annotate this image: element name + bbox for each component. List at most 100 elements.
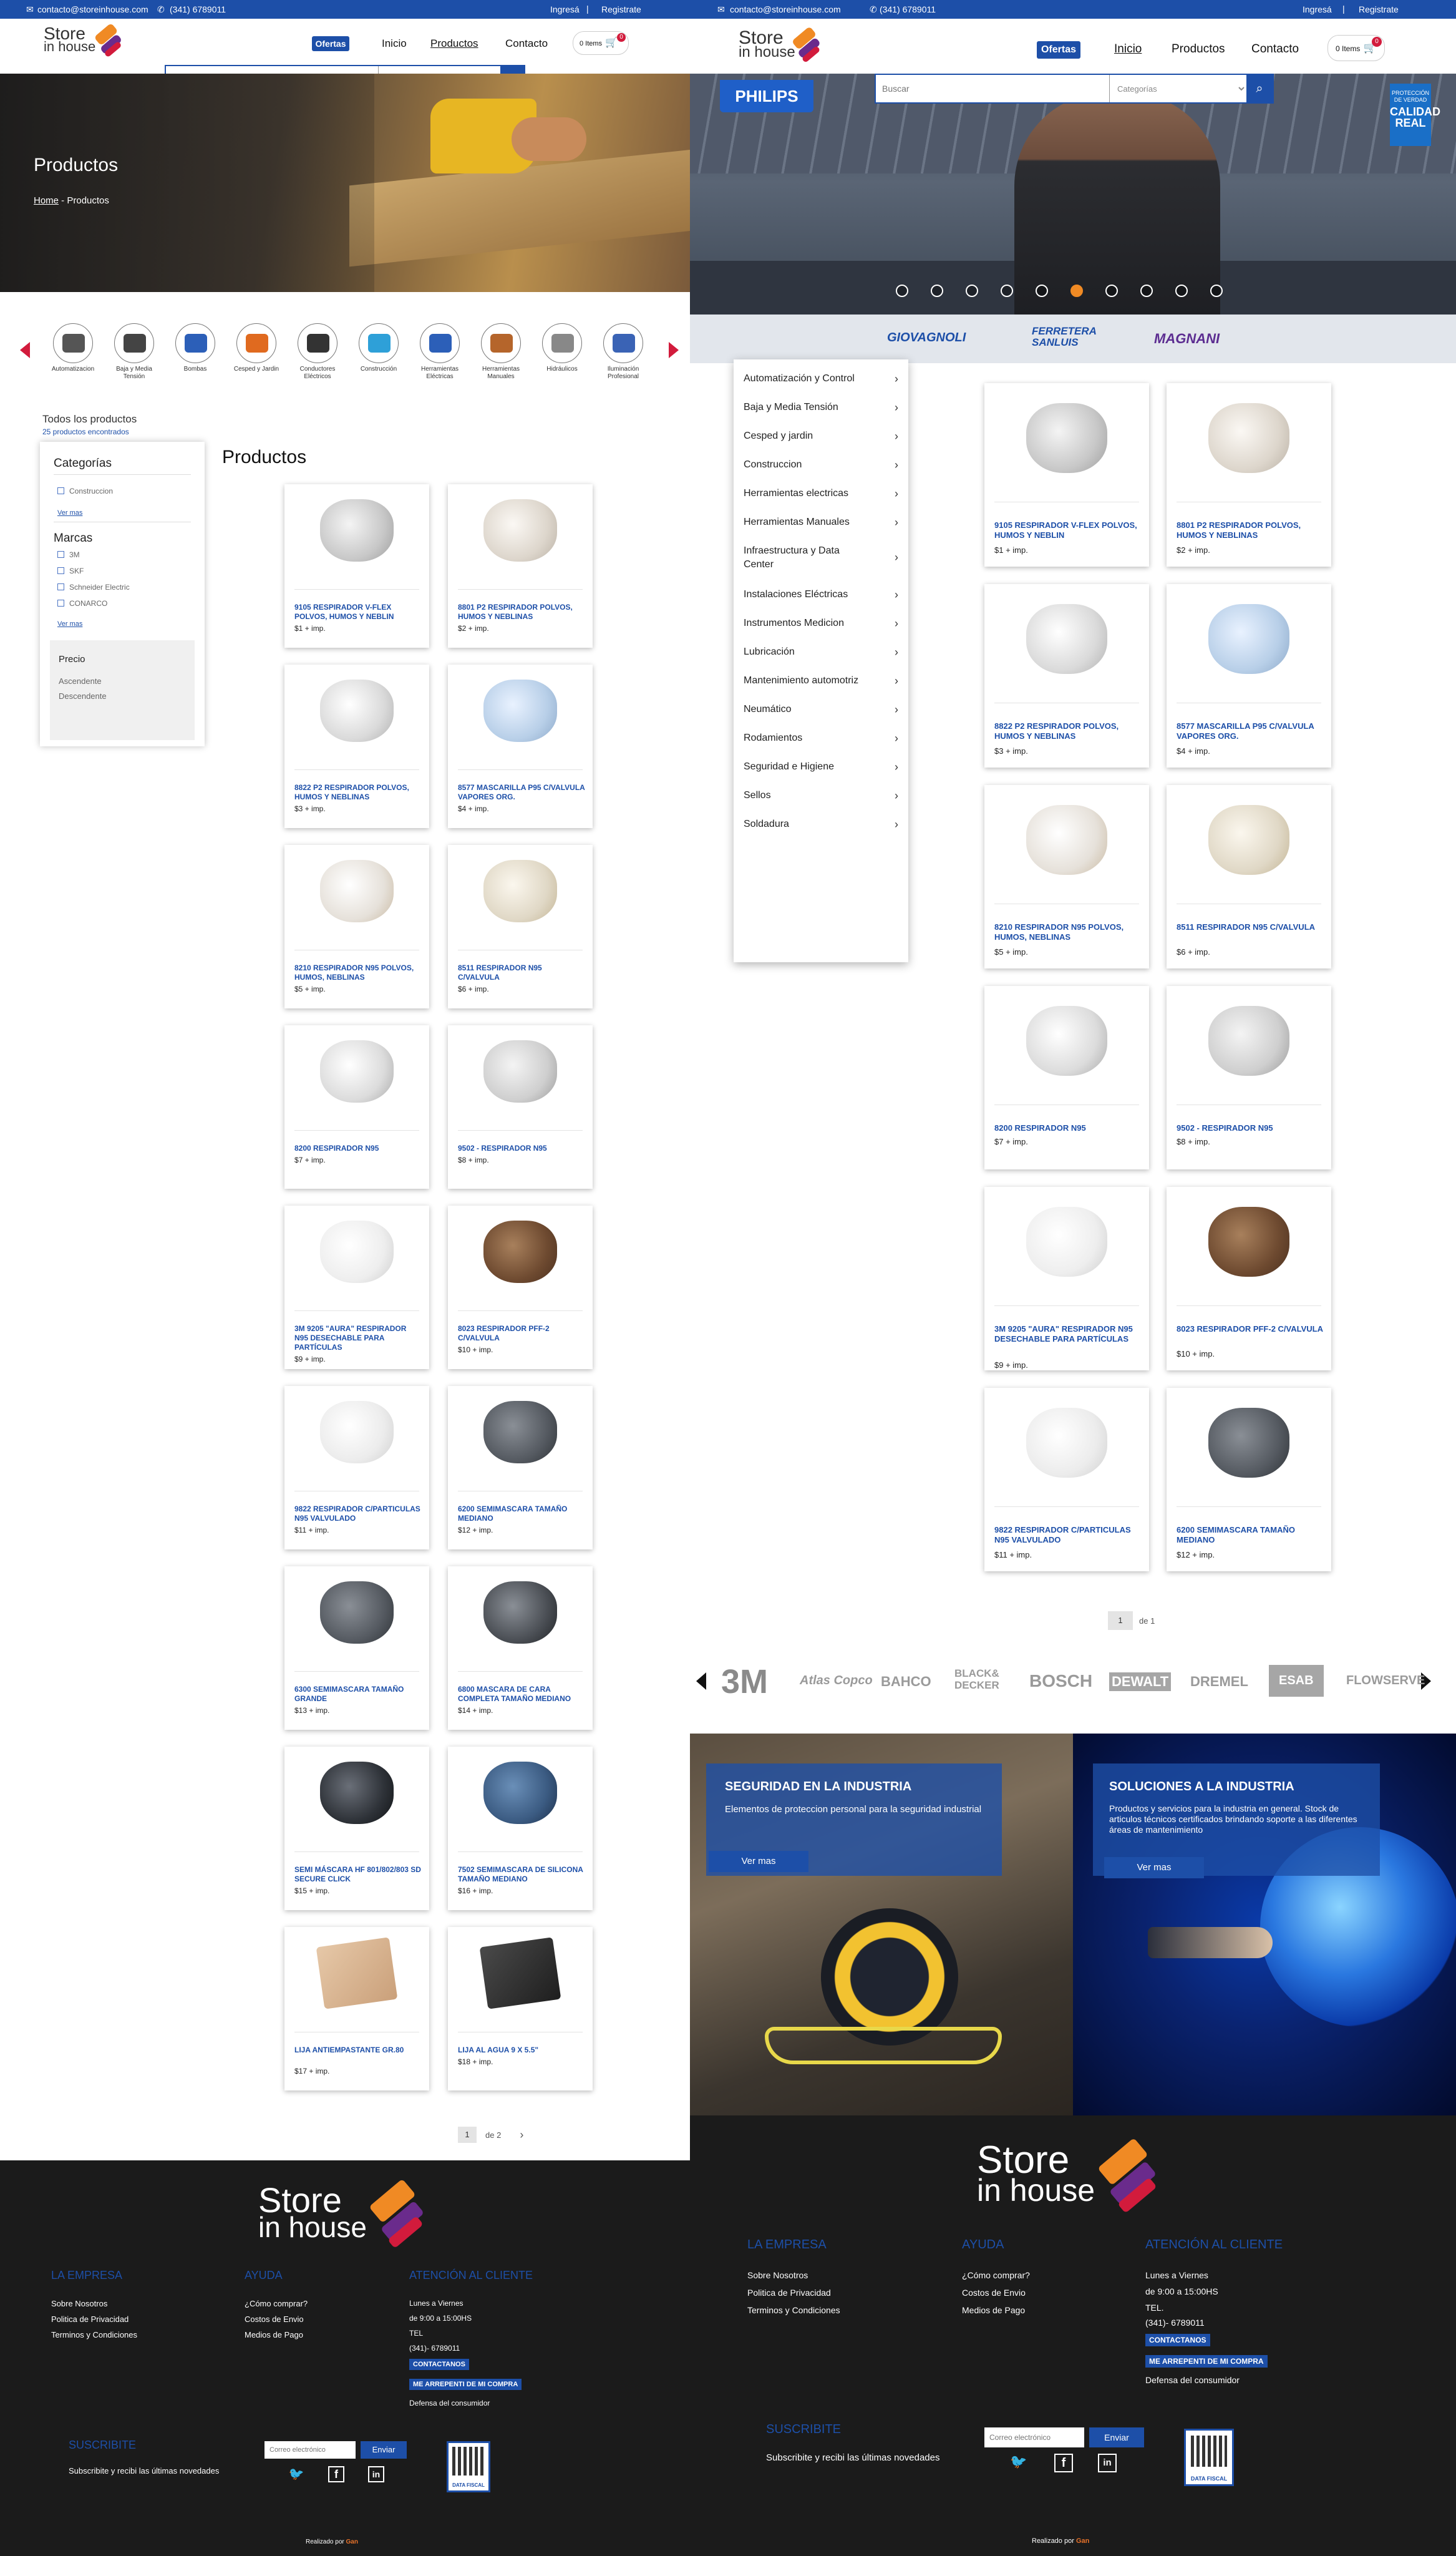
footer-link-medios-pago[interactable]: Medios de Pago — [245, 2330, 303, 2339]
product-card[interactable]: 8801 P2 RESPIRADOR POLVOS, HUMOS Y NEBLI… — [1167, 383, 1331, 567]
product-name[interactable]: 6200 SEMIMASCARA TAMAÑO MEDIANO — [458, 1505, 585, 1523]
product-name[interactable]: 3M 9205 "AURA" RESPIRADOR N95 DESECHABLE… — [294, 1324, 422, 1352]
nav-productos[interactable]: Productos — [1172, 42, 1225, 56]
nav-contacto[interactable]: Contacto — [505, 37, 548, 50]
slider-dot[interactable] — [896, 285, 908, 297]
arrepenti-button[interactable]: ME ARREPENTI DE MI COMPRA — [1145, 2355, 1268, 2368]
facebook-icon[interactable]: f — [328, 2466, 344, 2482]
product-name[interactable]: LIJA AL AGUA 9 x 5.5" — [458, 2046, 585, 2055]
product-card[interactable]: 8200 RESPIRADOR N95 $7 + imp. — [984, 986, 1149, 1169]
categorias-ver-mas-link[interactable]: Ver mas — [57, 509, 82, 517]
menu-category-item[interactable]: Cesped y jardin › — [744, 429, 898, 443]
footer-link-como-comprar[interactable]: ¿Cómo comprar? — [962, 2270, 1030, 2280]
slider-dot[interactable] — [1036, 285, 1048, 297]
filter-brand-skf[interactable]: SKF — [57, 567, 84, 575]
brand-logo-esab[interactable]: ESAB — [1269, 1665, 1324, 1697]
product-name[interactable]: 8822 P2 RESPIRADOR POLVOS, HUMOS Y NEBLI… — [294, 783, 422, 802]
product-image[interactable] — [320, 1401, 394, 1463]
footer-link-costos-envio[interactable]: Costos de Envio — [245, 2315, 304, 2324]
footer-link-como-comprar[interactable]: ¿Cómo comprar? — [245, 2299, 308, 2308]
product-card[interactable]: 8511 RESPIRADOR N95 C/VALVULA $6 + imp. — [1167, 785, 1331, 968]
brand-giovagnoli[interactable]: GIOVAGNOLI — [887, 331, 966, 345]
product-name[interactable]: 8801 P2 RESPIRADOR POLVOS, HUMOS Y NEBLI… — [458, 603, 585, 622]
product-card[interactable]: 8210 RESPIRADOR N95 POLVOS, HUMOS, NEBLI… — [284, 845, 429, 1008]
footer-link-terminos[interactable]: Terminos y Condiciones — [51, 2330, 137, 2339]
product-name[interactable]: 8511 RESPIRADOR N95 C/VALVULA — [1177, 922, 1324, 932]
brand-logo-dewalt[interactable]: DEWALT — [1109, 1672, 1172, 1691]
nav-contacto[interactable]: Contacto — [1251, 42, 1299, 56]
newsletter-submit-button[interactable]: Enviar — [361, 2441, 407, 2459]
product-card[interactable]: 7502 SEMIMASCARA DE SILICONA TAMAÑO MEDI… — [448, 1747, 593, 1910]
nav-inicio[interactable]: Inicio — [1114, 42, 1142, 56]
menu-category-item[interactable]: Rodamientos › — [744, 731, 898, 745]
product-card[interactable]: LIJA ANTIEMPASTANTE GR.80 $17 + imp. — [284, 1927, 429, 2090]
product-name[interactable]: 8801 P2 RESPIRADOR POLVOS, HUMOS Y NEBLI… — [1177, 520, 1324, 541]
product-name[interactable]: 9822 RESPIRADOR C/PARTICULAS N95 VALVULA… — [294, 1505, 422, 1523]
product-name[interactable]: 8822 P2 RESPIRADOR POLVOS, HUMOS Y NEBLI… — [994, 721, 1142, 742]
product-card[interactable]: 8822 P2 RESPIRADOR POLVOS, HUMOS Y NEBLI… — [984, 584, 1149, 768]
product-image[interactable] — [483, 1581, 557, 1644]
product-image[interactable] — [320, 860, 394, 922]
product-image[interactable] — [1208, 805, 1289, 875]
footer-link-privacidad[interactable]: Politica de Privacidad — [51, 2315, 129, 2324]
menu-category-item[interactable]: Construccion › — [744, 458, 898, 472]
category-item[interactable]: Automatizacion — [46, 323, 100, 373]
carousel-next-arrow-icon[interactable] — [669, 342, 679, 358]
brand-logo-atlas-copco[interactable]: Atlas Copco — [800, 1674, 873, 1688]
product-name[interactable]: 8023 RESPIRADOR PFF-2 C/VALVULA — [458, 1324, 585, 1343]
product-image[interactable] — [1026, 1006, 1107, 1076]
brand-logo-dremel[interactable]: DREMEL — [1190, 1674, 1248, 1690]
product-name[interactable]: 6200 SEMIMASCARA TAMAÑO MEDIANO — [1177, 1525, 1324, 1546]
product-image[interactable] — [320, 499, 394, 562]
product-name[interactable]: 7502 SEMIMASCARA DE SILICONA TAMAÑO MEDI… — [458, 1865, 585, 1884]
product-image[interactable] — [1026, 1207, 1107, 1277]
register-link[interactable]: Registrate — [601, 4, 641, 14]
product-image[interactable] — [316, 1937, 398, 2009]
product-card[interactable]: 8023 RESPIRADOR PFF-2 C/VALVULA $10 + imp… — [1167, 1187, 1331, 1370]
product-card[interactable]: 8511 RESPIRADOR N95 C/VALVULA $6 + imp. — [448, 845, 593, 1008]
product-card[interactable]: 9502 - RESPIRADOR N95 $8 + imp. — [1167, 986, 1331, 1169]
defensa-consumidor-link[interactable]: Defensa del consumidor — [1145, 2375, 1240, 2385]
slider-dot-active[interactable] — [1070, 285, 1083, 297]
brand-ferretera-sanluis[interactable]: FERRETERA SANLUIS — [1032, 326, 1113, 348]
menu-category-item[interactable]: Sellos › — [744, 789, 898, 802]
menu-category-item[interactable]: Mantenimiento automotriz › — [744, 674, 898, 688]
topbar-email[interactable]: contacto@storeinhouse.com — [37, 4, 148, 14]
product-name[interactable]: 6800 MASCARA DE CARA COMPLETA TAMAÑO MED… — [458, 1685, 585, 1704]
login-link[interactable]: Ingresá — [1303, 4, 1332, 14]
product-name[interactable]: 9105 RESPIRADOR V-FLEX POLVOS, HUMOS Y N… — [994, 520, 1142, 541]
menu-category-item[interactable]: Infraestructura y Data Center › — [744, 544, 898, 572]
product-card[interactable]: 6200 SEMIMASCARA TAMAÑO MEDIANO $12 + imp… — [1167, 1388, 1331, 1571]
product-image[interactable] — [1208, 403, 1289, 473]
nav-ofertas[interactable]: Ofertas — [1037, 41, 1080, 59]
category-item[interactable]: Hidráulicos — [535, 323, 589, 373]
product-card[interactable]: 8023 RESPIRADOR PFF-2 C/VALVULA $10 + imp… — [448, 1206, 593, 1369]
product-name[interactable]: 8023 RESPIRADOR PFF-2 C/VALVULA — [1177, 1324, 1324, 1334]
product-name[interactable]: 3M 9205 "AURA" RESPIRADOR N95 DESECHABLE… — [994, 1324, 1142, 1345]
carousel-prev-arrow-icon[interactable] — [20, 342, 30, 358]
product-image[interactable] — [320, 1221, 394, 1283]
product-name[interactable]: LIJA ANTIEMPASTANTE GR.80 — [294, 2046, 422, 2055]
slider-dot[interactable] — [1175, 285, 1188, 297]
product-image[interactable] — [1026, 1408, 1107, 1478]
store-logo[interactable]: Store in house — [44, 22, 123, 64]
brand-logo-black-decker[interactable]: BLACK& DECKER — [954, 1667, 1011, 1691]
data-fiscal-qr[interactable]: DATA FISCAL — [1184, 2429, 1234, 2486]
product-name[interactable]: 8200 RESPIRADOR N95 — [294, 1144, 422, 1153]
breadcrumb-home[interactable]: Home — [34, 195, 59, 206]
brand-magnani[interactable]: MAGNANI — [1154, 331, 1220, 347]
menu-category-item[interactable]: Baja y Media Tensión › — [744, 401, 898, 414]
product-name[interactable]: 9502 - RESPIRADOR N95 — [458, 1144, 585, 1153]
product-card[interactable]: 9502 - RESPIRADOR N95 $8 + imp. — [448, 1025, 593, 1189]
brand-prev-arrow-icon[interactable] — [696, 1672, 706, 1690]
product-name[interactable]: 9105 RESPIRADOR V-FLEX POLVOS, HUMOS Y N… — [294, 603, 422, 622]
footer-link-terminos[interactable]: Terminos y Condiciones — [747, 2305, 840, 2315]
slider-dot[interactable] — [1210, 285, 1223, 297]
category-item[interactable]: Herramientas Eléctricas — [413, 323, 467, 381]
product-name[interactable]: 9822 RESPIRADOR C/PARTICULAS N95 VALVULA… — [994, 1525, 1142, 1546]
footer-tel[interactable]: (341)- 6789011 — [409, 2344, 460, 2353]
product-card[interactable]: SEMI MÁSCARA HF 801/802/803 SD SECURE CL… — [284, 1747, 429, 1910]
category-item[interactable]: Baja y Media Tensión — [107, 323, 161, 381]
product-name[interactable]: 8577 MASCARILLA P95 C/VALVULA VAPORES OR… — [458, 783, 585, 802]
newsletter-email-input[interactable] — [984, 2427, 1084, 2447]
